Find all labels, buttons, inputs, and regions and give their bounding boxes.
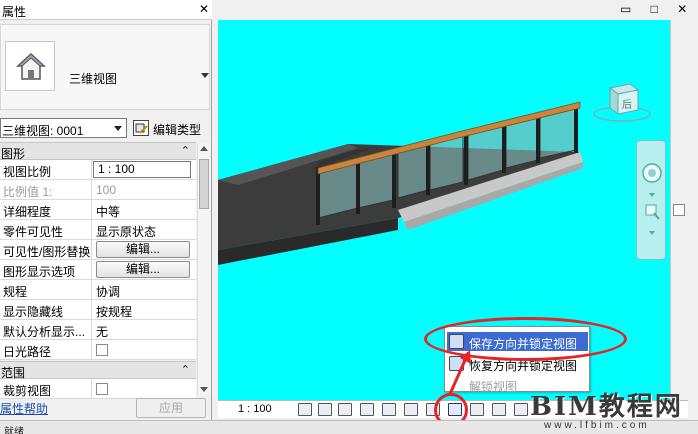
view-instance-value: 三维视图: 0001 — [2, 124, 84, 138]
prop-row-detail-level[interactable]: 详细程度 中等 — [0, 200, 196, 220]
prop-label: 裁剪视图 — [3, 384, 52, 398]
prop-row-vg-overrides: 可见性/图形替换 编辑... — [0, 240, 196, 260]
crop-view-icon[interactable] — [404, 403, 418, 416]
viewcube-face-label: 后 — [622, 100, 632, 111]
prop-label: 详细程度 — [3, 205, 52, 219]
reveal-hidden-icon[interactable] — [492, 403, 506, 416]
3d-view-house-icon — [5, 41, 55, 91]
divider — [91, 160, 92, 180]
callout-arrow-icon — [448, 350, 471, 395]
apply-button[interactable]: 应用 — [136, 398, 206, 418]
view-scale-field[interactable]: 1 : 100 — [93, 161, 191, 178]
watermark-logo: BIM教程网 www.lfbim.com — [530, 386, 698, 434]
render-icon[interactable] — [382, 403, 396, 416]
properties-title-bar: 属性 ✕ — [0, 0, 212, 20]
prop-label: 规程 — [3, 285, 28, 299]
detail-level-icon[interactable] — [298, 403, 312, 416]
properties-scrollbar[interactable] — [197, 143, 210, 395]
view-window-controls[interactable]: ▭ □ ✕ — [620, 2, 695, 16]
properties-help-link[interactable]: 属性帮助 — [0, 400, 48, 417]
properties-title: 属性 — [2, 5, 27, 19]
properties-panel: 属性 ✕ 三维视图 三维视图: 0001 编辑类型 图形 ⌃ 视图比例 1 : … — [0, 0, 212, 434]
watermark-url: www.lfbim.com — [544, 420, 650, 431]
prop-value[interactable]: 协调 — [96, 283, 120, 300]
divider — [91, 240, 92, 260]
prop-row-graphic-display: 图形显示选项 编辑... — [0, 260, 196, 280]
chevron-down-icon[interactable] — [201, 73, 209, 78]
prop-row-default-analysis[interactable]: 默认分析显示... 无 — [0, 320, 196, 340]
temporary-hide-icon[interactable] — [470, 403, 484, 416]
navigation-bar[interactable] — [636, 140, 666, 260]
watermark-main: BIM教程网 — [530, 392, 683, 422]
collapse-icon[interactable]: ⌃ — [181, 144, 190, 157]
chevron-down-icon — [114, 126, 122, 131]
prop-label: 可见性/图形替换 — [3, 245, 91, 259]
type-selector[interactable]: 三维视图 — [0, 24, 210, 110]
prop-value[interactable]: 中等 — [96, 203, 120, 220]
divider — [91, 220, 92, 240]
prop-label: 图形显示选项 — [3, 265, 76, 279]
prop-label: 比例值 1: — [3, 185, 53, 199]
prop-label: 默认分析显示... — [3, 325, 86, 339]
prop-row-hidden-lines[interactable]: 显示隐藏线 按规程 — [0, 300, 196, 320]
prop-row-parts-visibility[interactable]: 零件可见性 显示原状态 — [0, 220, 196, 240]
prop-row-view-scale[interactable]: 视图比例 1 : 100 — [0, 160, 196, 180]
divider — [91, 320, 92, 340]
section-graphics[interactable]: 图形 ⌃ — [0, 142, 196, 161]
prop-value[interactable]: 无 — [96, 323, 108, 340]
divider — [91, 379, 92, 399]
prop-label: 日光路径 — [3, 345, 52, 359]
collapse-icon[interactable]: ⌃ — [181, 363, 190, 376]
divider — [91, 300, 92, 320]
prop-value: 100 — [96, 183, 117, 197]
prop-label: 视图比例 — [3, 165, 52, 179]
prop-value[interactable]: 显示原状态 — [96, 223, 156, 240]
vg-overrides-edit-button[interactable]: 编辑... — [96, 241, 190, 258]
worksharing-icon[interactable] — [514, 403, 528, 416]
section-extents[interactable]: 范围 ⌃ — [0, 361, 196, 380]
visual-style-icon[interactable] — [318, 403, 332, 416]
prop-value[interactable]: 按规程 — [96, 303, 132, 320]
sun-path-icon[interactable] — [338, 403, 352, 416]
type-name: 三维视图 — [69, 72, 118, 86]
viewport-scrollbar[interactable] — [670, 20, 686, 400]
sun-path-checkbox[interactable] — [96, 344, 108, 356]
scroll-thumb[interactable] — [199, 159, 209, 209]
edit-type-icon — [133, 120, 149, 136]
prop-row-scale-value: 比例值 1: 100 — [0, 180, 196, 200]
divider — [91, 180, 92, 200]
prop-label: 显示隐藏线 — [3, 305, 64, 319]
status-text: 就绪 — [4, 427, 24, 434]
divider — [91, 200, 92, 220]
divider — [91, 260, 92, 280]
divider — [91, 340, 92, 360]
crop-view-checkbox[interactable] — [96, 383, 108, 395]
scroll-down-icon[interactable] — [200, 387, 208, 392]
scroll-up-icon[interactable] — [200, 146, 208, 151]
scroll-thumb[interactable] — [673, 204, 685, 216]
prop-row-sun-path[interactable]: 日光路径 — [0, 340, 196, 360]
edit-type-label: 编辑类型 — [153, 123, 202, 137]
viewcube[interactable]: 后 — [592, 80, 652, 124]
view-instance-dropdown[interactable]: 三维视图: 0001 — [0, 118, 127, 138]
prop-row-crop-view[interactable]: 裁剪视图 — [0, 379, 196, 399]
close-icon[interactable]: ✕ — [199, 2, 209, 16]
shadows-icon[interactable] — [360, 403, 374, 416]
graphic-display-edit-button[interactable]: 编辑... — [96, 261, 190, 278]
view-scale-label[interactable]: 1 : 100 — [238, 403, 272, 415]
prop-label: 零件可见性 — [3, 225, 64, 239]
divider — [91, 280, 92, 300]
prop-row-discipline[interactable]: 规程 协调 — [0, 280, 196, 300]
